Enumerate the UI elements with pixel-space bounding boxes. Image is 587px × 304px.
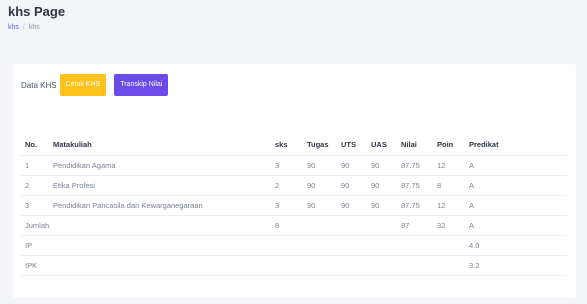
cell-uts: 90	[337, 195, 367, 216]
tab-data-khs[interactable]: Data KHS	[21, 81, 59, 90]
col-header-no: No.	[21, 135, 49, 156]
cell-predikat: A	[465, 155, 567, 176]
col-header-tugas: Tugas	[303, 135, 337, 156]
col-header-uts: UTS	[337, 135, 367, 156]
cell-no: 1	[21, 155, 49, 176]
col-header-matakuliah: Matakuliah	[49, 135, 271, 156]
cell-nilai: 87.75	[397, 175, 433, 196]
jumlah-nilai: 87	[397, 215, 433, 236]
cell-nilai: 87.75	[397, 195, 433, 216]
cell-uas: 90	[367, 175, 397, 196]
cell-predikat: A	[465, 175, 567, 196]
ipk-row: IPK 3.2	[21, 255, 567, 276]
jumlah-label: Jumlah	[21, 215, 271, 236]
cell-poin: 8	[433, 175, 465, 196]
cell-empty	[337, 215, 367, 236]
breadcrumb: khs / khs	[8, 24, 40, 31]
cell-sks: 3	[271, 155, 303, 176]
col-header-uas: UAS	[367, 135, 397, 156]
cell-matakuliah: Pendidikan Pancasila dan Kewarganegaraan	[49, 195, 271, 216]
cell-uas: 90	[367, 195, 397, 216]
breadcrumb-separator: /	[22, 24, 25, 31]
cell-sks: 2	[271, 175, 303, 196]
cell-uts: 90	[337, 175, 367, 196]
cell-matakuliah: Pendidikan Agama	[49, 155, 271, 176]
page-title: khs Page	[8, 4, 66, 19]
ip-label: IP	[21, 235, 465, 256]
cell-no: 2	[21, 175, 49, 196]
cell-poin: 12	[433, 195, 465, 216]
cell-nilai: 87.75	[397, 155, 433, 176]
cell-empty	[303, 215, 337, 236]
ip-row: IP 4.0	[21, 235, 567, 256]
cell-tugas: 90	[303, 155, 337, 176]
jumlah-sks: 8	[271, 215, 303, 236]
khs-card: Data KHS Cetak KHS Transkip Nilai No. Ma…	[13, 64, 576, 298]
table-row: 2 Etika Profesi 2 90 90 90 87.75 8 A	[21, 175, 567, 196]
breadcrumb-current: khs	[28, 24, 40, 31]
ipk-value: 3.2	[465, 255, 567, 276]
khs-tabs: Data KHS Cetak KHS Transkip Nilai	[21, 74, 169, 96]
cell-predikat: A	[465, 195, 567, 216]
jumlah-predikat: A	[465, 215, 567, 236]
cell-tugas: 90	[303, 175, 337, 196]
cetak-khs-button[interactable]: Cetak KHS	[59, 74, 107, 96]
table-row: 3 Pendidikan Pancasila dan Kewarganegara…	[21, 195, 567, 216]
col-header-sks: sks	[271, 135, 303, 156]
cell-empty	[367, 215, 397, 236]
ipk-label: IPK	[21, 255, 465, 276]
cell-uas: 90	[367, 155, 397, 176]
cell-no: 3	[21, 195, 49, 216]
jumlah-poin: 32	[433, 215, 465, 236]
table-header-row: No. Matakuliah sks Tugas UTS UAS Nilai P…	[21, 135, 567, 156]
table-row: 1 Pendidikan Agama 3 90 90 90 87.75 12 A	[21, 155, 567, 176]
cell-matakuliah: Etika Profesi	[49, 175, 271, 196]
col-header-nilai: Nilai	[397, 135, 433, 156]
cell-uts: 90	[337, 155, 367, 176]
breadcrumb-link-khs[interactable]: khs	[8, 24, 19, 31]
jumlah-row: Jumlah 8 87 32 A	[21, 215, 567, 236]
ip-value: 4.0	[465, 235, 567, 256]
col-header-predikat: Predikat	[465, 135, 567, 156]
cell-poin: 12	[433, 155, 465, 176]
khs-table: No. Matakuliah sks Tugas UTS UAS Nilai P…	[21, 135, 567, 276]
col-header-poin: Poin	[433, 135, 465, 156]
transkip-nilai-button[interactable]: Transkip Nilai	[114, 74, 169, 96]
cell-tugas: 90	[303, 195, 337, 216]
cell-sks: 3	[271, 195, 303, 216]
